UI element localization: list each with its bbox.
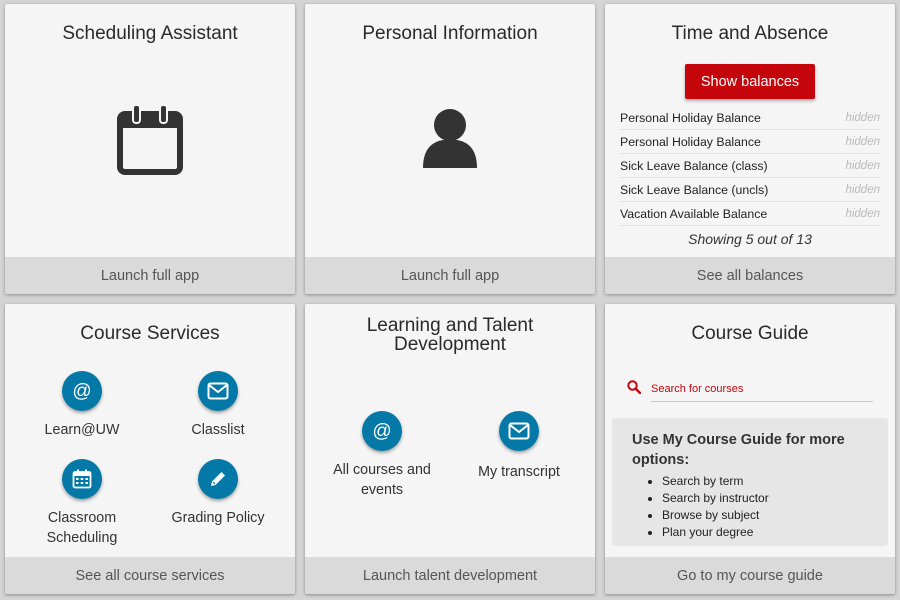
svg-text:@: @	[372, 421, 391, 442]
balance-value: hidden	[845, 159, 880, 172]
learn-uw-button[interactable]: @ Learn@UW	[12, 371, 152, 440]
balance-row: Vacation Available Balance hidden	[620, 202, 880, 226]
balance-value: hidden	[845, 207, 880, 220]
list-item: Search by instructor	[662, 490, 868, 507]
course-guide-card: Course Guide Use My Course Guide for mor…	[605, 304, 895, 594]
button-label: Learn@UW	[44, 422, 120, 438]
personal-information-card: Personal Information Launch full app	[305, 4, 595, 294]
calendar-icon	[117, 104, 183, 175]
balance-label: Personal Holiday Balance	[620, 134, 761, 149]
balance-label: Sick Leave Balance (class)	[620, 158, 768, 173]
balance-value: hidden	[845, 111, 880, 124]
calendar-icon	[62, 459, 102, 499]
my-transcript-button[interactable]: My transcript	[449, 411, 589, 482]
envelope-icon	[499, 411, 539, 451]
search-icon	[627, 380, 641, 394]
balance-row: Personal Holiday Balance hidden	[620, 106, 880, 130]
list-item: Browse by subject	[662, 507, 868, 524]
see-all-balances-link[interactable]: See all balances	[605, 257, 895, 294]
card-title: Time and Absence	[671, 23, 829, 44]
classlist-button[interactable]: Classlist	[148, 371, 288, 440]
search-input[interactable]	[651, 376, 873, 402]
card-title: Course Guide	[691, 323, 809, 344]
list-item: Plan your degree	[662, 524, 868, 541]
classroom-scheduling-button[interactable]: Classroom Scheduling	[12, 459, 152, 548]
button-label: My transcript	[478, 464, 560, 480]
info-heading: Use My Course Guide for more options:	[632, 432, 845, 468]
at-sign-icon: @	[362, 411, 402, 451]
balance-list: Personal Holiday Balance hidden Personal…	[620, 106, 880, 226]
launch-full-app-link[interactable]: Launch full app	[5, 257, 295, 294]
balance-label: Sick Leave Balance (uncls)	[620, 182, 769, 197]
course-guide-info: Use My Course Guide for more options: Se…	[612, 418, 888, 546]
balance-row: Sick Leave Balance (class) hidden	[620, 154, 880, 178]
person-icon	[423, 109, 477, 168]
grading-policy-button[interactable]: Grading Policy	[148, 459, 288, 528]
balance-row: Sick Leave Balance (uncls) hidden	[620, 178, 880, 202]
balance-label: Vacation Available Balance	[620, 206, 768, 221]
svg-text:@: @	[72, 381, 91, 402]
showing-count: Showing 5 out of 13	[688, 231, 812, 247]
at-sign-icon: @	[62, 371, 102, 411]
course-search	[625, 376, 873, 402]
button-label: Classroom Scheduling	[46, 510, 118, 546]
time-absence-card: Time and Absence Show balances Personal …	[605, 4, 895, 294]
card-title: Scheduling Assistant	[62, 23, 238, 44]
pencil-icon	[198, 459, 238, 499]
go-to-course-guide-link[interactable]: Go to my course guide	[605, 557, 895, 594]
card-title: Course Services	[80, 323, 220, 344]
balance-label: Personal Holiday Balance	[620, 110, 761, 125]
list-item: Search by term	[662, 473, 868, 490]
card-title: Personal Information	[362, 23, 538, 44]
scheduling-assistant-card: Scheduling Assistant Launch full app	[5, 4, 295, 294]
launch-full-app-link[interactable]: Launch full app	[305, 257, 595, 294]
button-label: All courses and events	[333, 462, 431, 498]
card-title: Learning and Talent Development	[366, 315, 534, 355]
button-label: Grading Policy	[171, 510, 265, 526]
balance-row: Personal Holiday Balance hidden	[620, 130, 880, 154]
envelope-icon	[198, 371, 238, 411]
balance-value: hidden	[845, 135, 880, 148]
learning-talent-card: Learning and Talent Development @ All co…	[305, 304, 595, 594]
see-all-course-services-link[interactable]: See all course services	[5, 557, 295, 594]
all-courses-events-button[interactable]: @ All courses and events	[312, 411, 452, 500]
balance-value: hidden	[845, 183, 880, 196]
launch-talent-development-link[interactable]: Launch talent development	[305, 557, 595, 594]
button-label: Classlist	[191, 422, 245, 438]
show-balances-button[interactable]: Show balances	[685, 64, 815, 99]
options-list: Search by term Search by instructor Brow…	[632, 473, 868, 541]
course-services-card: Course Services @ Learn@UW Classlist Cla…	[5, 304, 295, 594]
